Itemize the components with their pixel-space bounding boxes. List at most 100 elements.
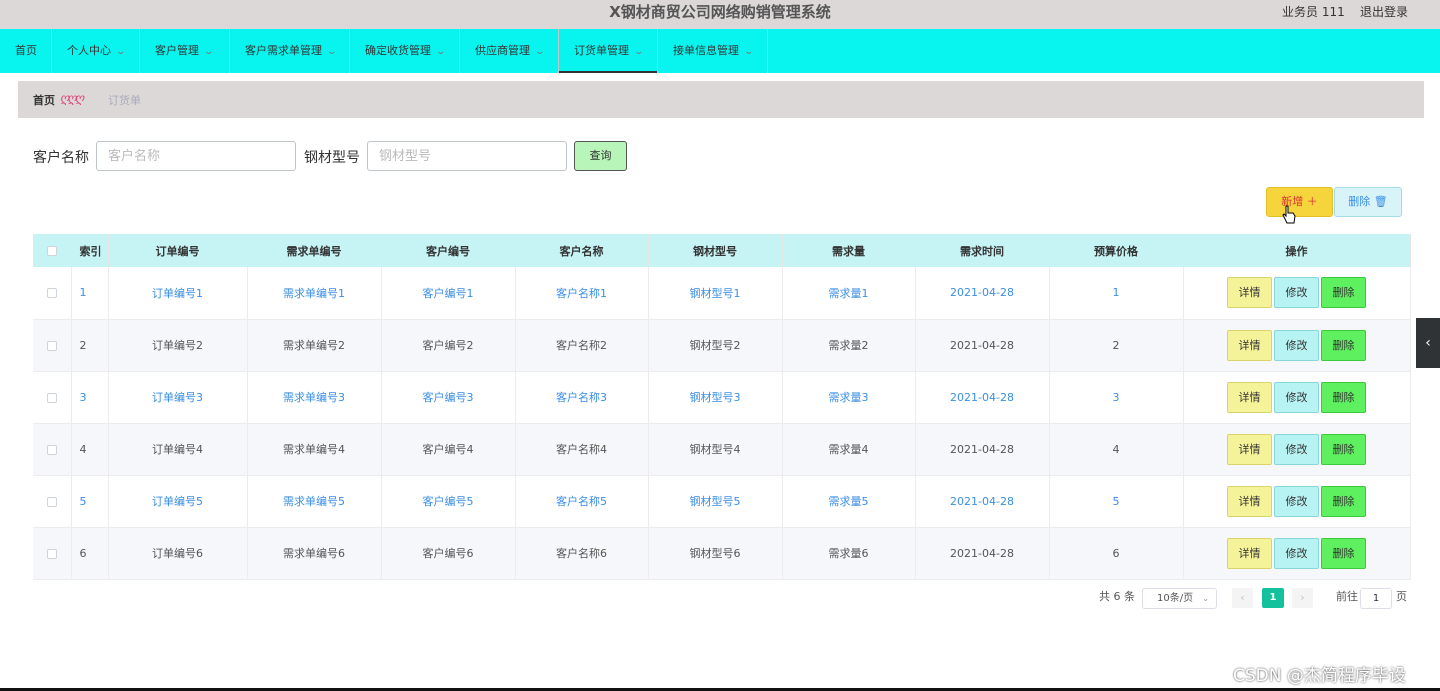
cell-order-no: 订单编号6 bbox=[108, 527, 248, 580]
nav-item-demand-management[interactable]: 客户需求单管理 ⌄ bbox=[230, 29, 350, 73]
steel-model-label: 钢材型号 bbox=[304, 150, 360, 166]
nav-item-order-info-management[interactable]: 接单信息管理 ⌄ bbox=[658, 29, 768, 73]
row-delete-button[interactable]: 删除 bbox=[1321, 277, 1366, 309]
row-delete-button[interactable]: 删除 bbox=[1321, 537, 1366, 569]
row-checkbox[interactable] bbox=[46, 496, 57, 507]
breadcrumb-home[interactable]: 首页 bbox=[33, 92, 55, 108]
current-user: 业务员 111 bbox=[1282, 5, 1345, 19]
cell-index: 4 bbox=[71, 423, 109, 476]
edit-button[interactable]: 修改 bbox=[1274, 537, 1319, 569]
select-all-checkbox[interactable] bbox=[46, 246, 57, 256]
cell-demand-no: 需求单编号2 bbox=[247, 319, 382, 372]
cell-budget: 1 bbox=[1049, 267, 1184, 320]
cell-budget: 3 bbox=[1049, 371, 1184, 424]
chevron-down-icon: ⌄ bbox=[633, 47, 645, 57]
row-select-cell bbox=[33, 267, 72, 320]
prev-page-button[interactable]: ‹ bbox=[1232, 588, 1253, 608]
nav-item-supplier-management[interactable]: 供应商管理 ⌄ bbox=[460, 29, 559, 73]
detail-button[interactable]: 详情 bbox=[1227, 329, 1272, 361]
cell-order-no: 订单编号5 bbox=[108, 475, 248, 528]
cell-steel-model: 钢材型号2 bbox=[648, 319, 783, 372]
current-page-button[interactable]: 1 bbox=[1262, 588, 1284, 608]
row-actions: 详情 修改 删除 bbox=[1183, 267, 1411, 320]
cell-demand-qty: 需求量3 bbox=[782, 371, 916, 424]
cell-index: 6 bbox=[71, 527, 109, 580]
breadcrumb-separator-icon: ღღღ bbox=[60, 91, 84, 105]
nav-item-receipt-management[interactable]: 确定收货管理 ⌄ bbox=[350, 29, 460, 73]
table-row[interactable]: 2 订单编号2 需求单编号2 客户编号2 客户名称2 钢材型号2 需求量2 2021-04-2… bbox=[33, 319, 1411, 372]
nav-label: 供应商管理 bbox=[475, 44, 530, 57]
hand-cursor-icon bbox=[1282, 205, 1296, 224]
customer-name-input[interactable] bbox=[96, 141, 296, 171]
cell-demand-time: 2021-04-28 bbox=[915, 371, 1050, 424]
cell-demand-time: 2021-04-28 bbox=[915, 527, 1050, 580]
cell-customer-name: 客户名称2 bbox=[515, 319, 649, 372]
detail-button[interactable]: 详情 bbox=[1227, 537, 1272, 569]
nav-item-personal-center[interactable]: 个人中心 ⌄ bbox=[52, 29, 140, 73]
row-select-cell bbox=[33, 319, 72, 372]
goto-page-input[interactable] bbox=[1360, 588, 1392, 609]
page-size-select[interactable]: 10条/页 ⌄ bbox=[1142, 588, 1217, 609]
chevron-down-icon: ⌄ bbox=[1202, 594, 1209, 603]
watermark: CSDN @杰简程序毕设 bbox=[1233, 666, 1406, 686]
cell-demand-qty: 需求量5 bbox=[782, 475, 916, 528]
row-checkbox[interactable] bbox=[46, 340, 57, 351]
row-actions: 详情 修改 删除 bbox=[1183, 527, 1411, 580]
column-header: 需求时间 bbox=[915, 234, 1050, 267]
row-checkbox[interactable] bbox=[46, 288, 57, 299]
next-page-button[interactable]: › bbox=[1292, 588, 1313, 608]
column-header: 需求量 bbox=[782, 234, 916, 267]
nav-item-order-management[interactable]: 订货单管理 ⌄ bbox=[559, 29, 658, 73]
detail-button[interactable]: 详情 bbox=[1227, 433, 1272, 465]
cell-budget: 6 bbox=[1049, 527, 1184, 580]
table-row[interactable]: 4 订单编号4 需求单编号4 客户编号4 客户名称4 钢材型号4 需求量4 2021-04-2… bbox=[33, 423, 1411, 476]
query-button[interactable]: 查询 bbox=[574, 141, 627, 171]
side-collapse-tab[interactable]: ‹ bbox=[1416, 318, 1440, 368]
table-row[interactable]: 5 订单编号5 需求单编号5 客户编号5 客户名称5 钢材型号5 需求量5 2021-04-2… bbox=[33, 475, 1411, 528]
nav-label: 个人中心 bbox=[67, 44, 111, 57]
table-row[interactable]: 6 订单编号6 需求单编号6 客户编号6 客户名称6 钢材型号6 需求量6 2021-04-2… bbox=[33, 527, 1411, 580]
cell-customer-name: 客户名称1 bbox=[515, 267, 649, 320]
edit-button[interactable]: 修改 bbox=[1274, 381, 1319, 413]
edit-button[interactable]: 修改 bbox=[1274, 277, 1319, 309]
row-checkbox[interactable] bbox=[46, 444, 57, 455]
detail-button[interactable]: 详情 bbox=[1227, 277, 1272, 309]
row-delete-button[interactable]: 删除 bbox=[1321, 381, 1366, 413]
cell-index: 2 bbox=[71, 319, 109, 372]
batch-delete-button[interactable]: 删除 🗑 bbox=[1334, 187, 1402, 217]
table-row[interactable]: 3 订单编号3 需求单编号3 客户编号3 客户名称3 钢材型号3 需求量3 2021-04-2… bbox=[33, 371, 1411, 424]
cell-demand-no: 需求单编号5 bbox=[247, 475, 382, 528]
cell-demand-no: 需求单编号4 bbox=[247, 423, 382, 476]
customer-name-label: 客户名称 bbox=[33, 150, 89, 166]
table-header-row: 索引 订单编号 需求单编号 客户编号 客户名称 钢材型号 需求量 需求时间 预算… bbox=[33, 234, 1411, 267]
cell-demand-qty: 需求量1 bbox=[782, 267, 916, 320]
table-row[interactable]: 1 订单编号1 需求单编号1 客户编号1 客户名称1 钢材型号1 需求量1 2021-04-2… bbox=[33, 267, 1411, 320]
nav-item-customer-management[interactable]: 客户管理 ⌄ bbox=[140, 29, 230, 73]
add-button[interactable]: 新增 ＋ bbox=[1266, 187, 1333, 217]
edit-button[interactable]: 修改 bbox=[1274, 485, 1319, 517]
column-header: 索引 bbox=[71, 234, 109, 267]
edit-button[interactable]: 修改 bbox=[1274, 329, 1319, 361]
row-delete-button[interactable]: 删除 bbox=[1321, 485, 1366, 517]
steel-model-input[interactable] bbox=[367, 141, 567, 171]
goto-label: 前往 bbox=[1336, 590, 1358, 603]
detail-button[interactable]: 详情 bbox=[1227, 381, 1272, 413]
row-checkbox[interactable] bbox=[46, 392, 57, 403]
edit-button[interactable]: 修改 bbox=[1274, 433, 1319, 465]
cell-customer-no: 客户编号3 bbox=[381, 371, 516, 424]
row-actions: 详情 修改 删除 bbox=[1183, 371, 1411, 424]
logout-link[interactable]: 退出登录 bbox=[1360, 3, 1408, 20]
row-delete-button[interactable]: 删除 bbox=[1321, 433, 1366, 465]
cell-order-no: 订单编号3 bbox=[108, 371, 248, 424]
row-delete-button[interactable]: 删除 bbox=[1321, 329, 1366, 361]
breadcrumb-current: 订货单 bbox=[108, 94, 141, 107]
row-checkbox[interactable] bbox=[46, 548, 57, 559]
nav-item-home[interactable]: 首页 bbox=[0, 29, 52, 73]
row-actions: 详情 修改 删除 bbox=[1183, 423, 1411, 476]
cell-budget: 2 bbox=[1049, 319, 1184, 372]
nav-label: 订货单管理 bbox=[574, 44, 629, 57]
nav-label: 客户管理 bbox=[155, 44, 199, 57]
detail-button[interactable]: 详情 bbox=[1227, 485, 1272, 517]
row-actions: 详情 修改 删除 bbox=[1183, 319, 1411, 372]
cell-order-no: 订单编号1 bbox=[108, 267, 248, 320]
